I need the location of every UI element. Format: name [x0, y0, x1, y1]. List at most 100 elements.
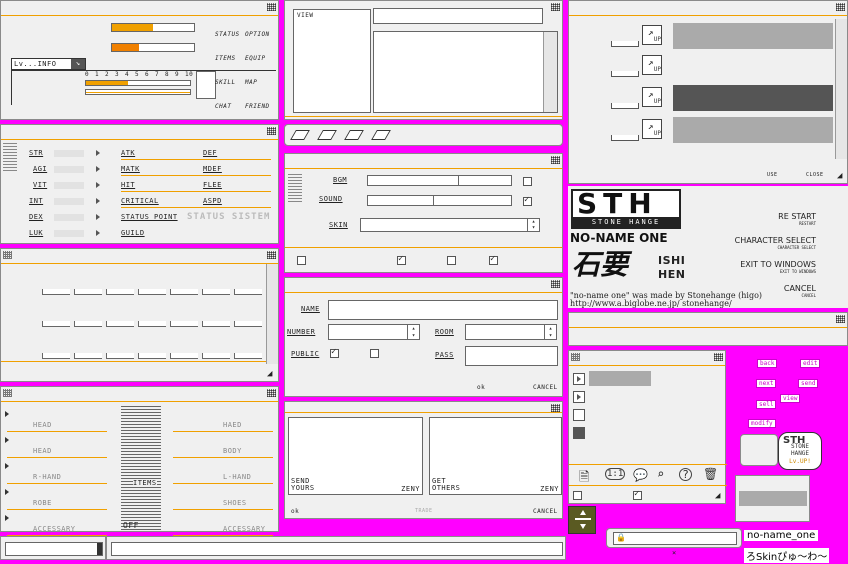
chat-icon[interactable]: 💬: [633, 468, 648, 482]
equip-left-2[interactable]: R-HAND: [33, 473, 61, 481]
equip-right-2[interactable]: L-HAND: [223, 473, 251, 481]
sound-checkbox[interactable]: [523, 195, 532, 206]
up-button[interactable]: UP: [642, 35, 662, 45]
shortcut-slot[interactable]: [344, 130, 364, 140]
view-textarea[interactable]: [373, 31, 558, 113]
up-button[interactable]: UP: [642, 97, 662, 107]
item-slot[interactable]: [138, 321, 166, 327]
next-button[interactable]: next: [756, 379, 777, 388]
menu-map[interactable]: MAP: [245, 79, 257, 86]
send-pane[interactable]: SEND YOURS ZENY: [288, 417, 423, 495]
edit-button[interactable]: edit: [800, 359, 821, 368]
menu-chat[interactable]: CHAT: [215, 103, 231, 110]
item-slot[interactable]: [74, 321, 102, 327]
increase-icon[interactable]: [96, 182, 100, 188]
up-button[interactable]: UP: [642, 65, 662, 75]
option-check-4[interactable]: [489, 254, 498, 265]
item-slot[interactable]: [42, 353, 70, 359]
shortcut-slot[interactable]: [317, 130, 337, 140]
scrollbar[interactable]: [266, 264, 278, 364]
count-icon[interactable]: 1:1: [605, 468, 626, 480]
back-button[interactable]: back: [757, 359, 778, 368]
storage-slot-2[interactable]: [573, 391, 585, 403]
help-icon[interactable]: ?: [679, 468, 692, 481]
increase-icon[interactable]: [96, 166, 100, 172]
menu-exit-to-windows[interactable]: EXIT TO WINDOWS: [740, 260, 816, 269]
skill-entry[interactable]: [673, 85, 833, 111]
equip-left-3[interactable]: ROBE: [33, 499, 52, 507]
item-slot[interactable]: [234, 321, 262, 327]
up-button[interactable]: UP: [642, 129, 662, 139]
bgm-slider[interactable]: [367, 175, 512, 186]
grip-icon[interactable]: [267, 3, 276, 11]
increase-icon[interactable]: [96, 198, 100, 204]
equip-left-1[interactable]: HEAD: [33, 447, 52, 455]
item-slot[interactable]: [170, 321, 198, 327]
equip-right-0[interactable]: HAED: [223, 421, 242, 429]
storage-slot-1[interactable]: [573, 373, 585, 385]
menu-character-select[interactable]: CHARACTER SELECT: [735, 236, 816, 245]
grip-icon[interactable]: [714, 353, 723, 361]
grip-icon[interactable]: [571, 353, 580, 361]
menu-re-start[interactable]: RE START: [778, 212, 816, 221]
menu-status[interactable]: STATUS: [215, 31, 240, 38]
option-check-3[interactable]: [447, 256, 456, 265]
send-button[interactable]: send: [798, 379, 819, 388]
scrollbar[interactable]: [543, 32, 557, 112]
message-input[interactable]: [111, 542, 563, 556]
resize-icon[interactable]: ◢: [267, 369, 273, 379]
sound-slider[interactable]: [367, 195, 512, 206]
grip-icon[interactable]: [267, 127, 276, 135]
scrollbar[interactable]: [835, 19, 847, 159]
item-slot[interactable]: [170, 289, 198, 295]
item-slot[interactable]: [202, 321, 230, 327]
grip-icon[interactable]: [551, 3, 560, 11]
item-slot[interactable]: [42, 321, 70, 327]
skill-entry[interactable]: [673, 53, 833, 79]
menu-option[interactable]: OPTION: [245, 31, 270, 38]
grip-icon[interactable]: [551, 156, 560, 164]
storage-check-1[interactable]: [573, 491, 582, 500]
public-checkbox[interactable]: [330, 347, 339, 358]
pass-input[interactable]: [465, 346, 558, 366]
equip-right-3[interactable]: SHOES: [223, 499, 247, 507]
storage-slot-4[interactable]: [573, 427, 585, 439]
grip-icon[interactable]: [836, 315, 845, 323]
grip-icon[interactable]: [836, 3, 845, 11]
view-button[interactable]: view: [780, 394, 801, 403]
page-icon[interactable]: 🗎: [579, 468, 589, 490]
modify-button[interactable]: modify: [748, 419, 776, 428]
number-input[interactable]: ▴ ▾: [328, 324, 420, 340]
storage-selected-item[interactable]: [589, 371, 651, 386]
item-slot[interactable]: [234, 289, 262, 295]
mini-scroller[interactable]: [568, 506, 596, 534]
grip-icon[interactable]: [3, 389, 12, 397]
get-pane[interactable]: GET OTHERS ZENY: [429, 417, 562, 495]
shortcut-slot[interactable]: [371, 130, 391, 140]
item-slot[interactable]: [106, 289, 134, 295]
item-slot[interactable]: [106, 321, 134, 327]
use-button[interactable]: USE: [767, 172, 778, 178]
item-slot[interactable]: [74, 289, 102, 295]
equip-left-4[interactable]: ACCESSARY: [33, 525, 75, 533]
chat-input[interactable]: [5, 542, 103, 556]
skill-entry[interactable]: [673, 23, 833, 49]
item-slot[interactable]: [170, 353, 198, 359]
room-cancel-button[interactable]: CANCEL: [533, 384, 558, 391]
trash-icon[interactable]: 🗑: [703, 467, 718, 481]
item-slot[interactable]: [42, 289, 70, 295]
skin-select[interactable]: ▴ ▾: [360, 218, 540, 232]
menu-skill[interactable]: SKILL: [215, 79, 236, 86]
option-check-1[interactable]: [297, 256, 306, 265]
storage-slot-3[interactable]: [573, 409, 585, 421]
menu-cancel[interactable]: CANCEL: [784, 284, 816, 293]
item-slot[interactable]: [106, 353, 134, 359]
item-slot[interactable]: [202, 289, 230, 295]
info-tab[interactable]: Lv...INFO ↘: [11, 58, 86, 70]
skill-entry[interactable]: [673, 117, 833, 143]
resize-icon[interactable]: ◢: [837, 171, 843, 181]
item-slot[interactable]: [138, 353, 166, 359]
equip-right-1[interactable]: BODY: [223, 447, 242, 455]
room-input[interactable]: ▴ ▾: [465, 324, 557, 340]
close-button[interactable]: CLOSE: [806, 172, 824, 178]
